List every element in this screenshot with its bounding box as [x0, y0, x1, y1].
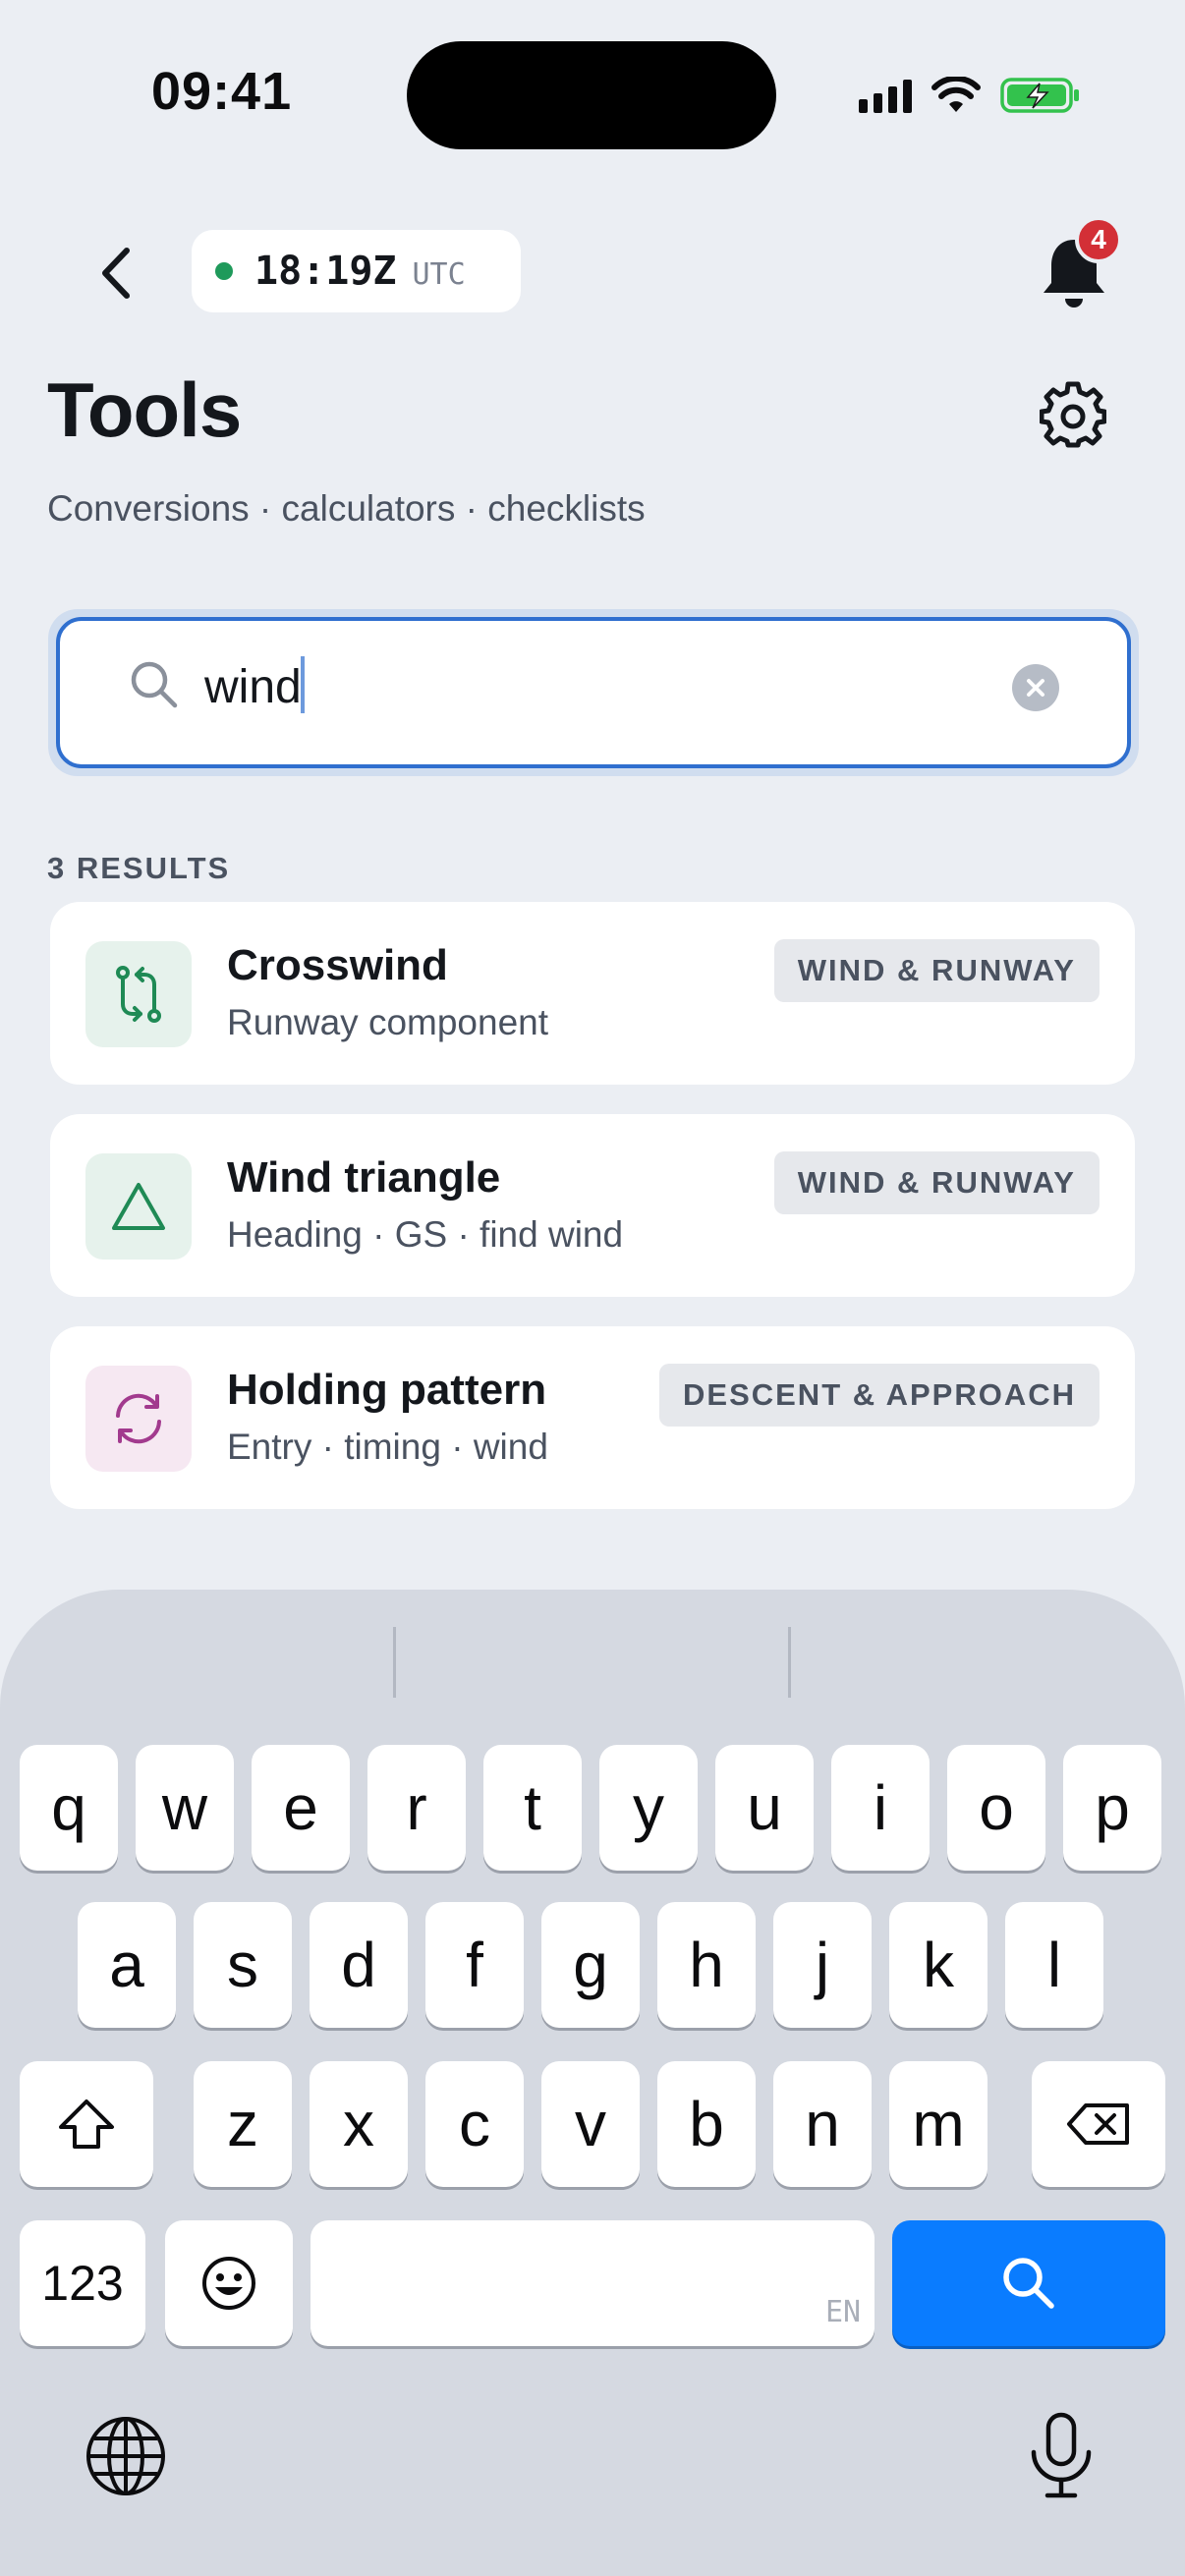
suggestion-divider	[788, 1627, 791, 1698]
emoji-key[interactable]	[165, 2220, 293, 2346]
key-s[interactable]: s	[194, 1902, 292, 2028]
numbers-key[interactable]: 123	[20, 2220, 145, 2346]
suggestion-divider	[393, 1627, 396, 1698]
key-b[interactable]: b	[657, 2061, 756, 2187]
key-x[interactable]: x	[310, 2061, 408, 2187]
result-title: Holding pattern	[227, 1366, 547, 1414]
status-time: 09:41	[151, 62, 293, 121]
key-u[interactable]: u	[715, 1745, 814, 1871]
key-f[interactable]: f	[425, 1902, 524, 2028]
triangle-icon	[85, 1153, 192, 1260]
microphone-icon[interactable]	[1026, 2411, 1097, 2501]
key-e[interactable]: e	[252, 1745, 350, 1871]
key-r[interactable]: r	[367, 1745, 466, 1871]
dynamic-island	[407, 41, 776, 149]
cellular-signal-icon	[859, 78, 912, 113]
key-m[interactable]: m	[889, 2061, 988, 2187]
key-v[interactable]: v	[541, 2061, 640, 2187]
live-status-dot	[215, 262, 233, 280]
page-subtitle: Conversions · calculators · checklists	[47, 488, 646, 529]
text-cursor	[301, 656, 305, 713]
key-j[interactable]: j	[773, 1902, 872, 2028]
emoji-icon	[202, 2257, 255, 2310]
result-title: Wind triangle	[227, 1153, 501, 1202]
result-subtitle: Runway component	[227, 1002, 549, 1042]
result-subtitle: Heading · GS · find wind	[227, 1214, 624, 1255]
category-tag: WIND & RUNWAY	[773, 1151, 1100, 1214]
key-i[interactable]: i	[831, 1745, 930, 1871]
clear-search-button[interactable]	[1012, 664, 1059, 711]
key-c[interactable]: c	[425, 2061, 524, 2187]
shift-icon	[59, 2100, 114, 2149]
key-z[interactable]: z	[194, 2061, 292, 2187]
category-tag: DESCENT & APPROACH	[659, 1364, 1100, 1427]
back-button[interactable]	[85, 236, 147, 310]
globe-icon[interactable]	[85, 2415, 167, 2497]
key-a[interactable]: a	[78, 1902, 176, 2028]
page-title: Tools	[47, 366, 242, 453]
key-p[interactable]: p	[1063, 1745, 1161, 1871]
key-w[interactable]: w	[136, 1745, 234, 1871]
result-card-wind-triangle[interactable]: Wind triangle Heading · GS · find wind W…	[50, 1114, 1135, 1297]
status-bar: 09:41	[0, 0, 1185, 177]
key-y[interactable]: y	[599, 1745, 698, 1871]
gear-icon	[1039, 381, 1107, 448]
notification-count-badge: 4	[1075, 216, 1122, 263]
backspace-key[interactable]	[1032, 2061, 1165, 2187]
backspace-icon	[1067, 2103, 1129, 2145]
key-o[interactable]: o	[947, 1745, 1045, 1871]
category-tag: WIND & RUNWAY	[773, 939, 1100, 1002]
search-submit-key[interactable]	[892, 2220, 1165, 2346]
chevron-left-icon	[102, 248, 130, 299]
utc-time: 18:19Z	[254, 249, 397, 294]
key-h[interactable]: h	[657, 1902, 756, 2028]
close-icon	[1027, 679, 1044, 697]
battery-charging-icon	[1000, 78, 1079, 113]
crosswind-icon	[85, 941, 192, 1047]
space-key[interactable]	[310, 2220, 875, 2346]
holding-cycle-icon	[85, 1366, 192, 1472]
results-count: 3 RESULTS	[47, 851, 231, 885]
utc-clock-chip[interactable]: 18:19Z UTC	[192, 230, 521, 312]
result-subtitle: Entry · timing · wind	[227, 1427, 548, 1467]
result-card-holding-pattern[interactable]: Holding pattern Entry · timing · wind DE…	[50, 1326, 1135, 1509]
screen: 09:41 18:19Z UTC 4 Tools Conversions · c…	[0, 0, 1185, 2576]
shift-key[interactable]	[20, 2061, 153, 2187]
key-t[interactable]: t	[483, 1745, 582, 1871]
key-d[interactable]: d	[310, 1902, 408, 2028]
language-hint: EN	[825, 2295, 862, 2329]
search-icon	[131, 661, 178, 708]
utc-label: UTC	[412, 256, 466, 292]
key-g[interactable]: g	[541, 1902, 640, 2028]
key-n[interactable]: n	[773, 2061, 872, 2187]
key-q[interactable]: q	[20, 1745, 118, 1871]
result-card-crosswind[interactable]: Crosswind Runway component WIND & RUNWAY	[50, 902, 1135, 1085]
status-icons	[859, 71, 1081, 120]
key-l[interactable]: l	[1005, 1902, 1103, 2028]
key-k[interactable]: k	[889, 1902, 988, 2028]
search-icon	[1003, 2258, 1054, 2309]
wifi-icon	[931, 77, 981, 112]
result-title: Crosswind	[227, 941, 448, 989]
search-input[interactable]	[204, 652, 971, 721]
settings-button[interactable]	[1039, 381, 1107, 448]
